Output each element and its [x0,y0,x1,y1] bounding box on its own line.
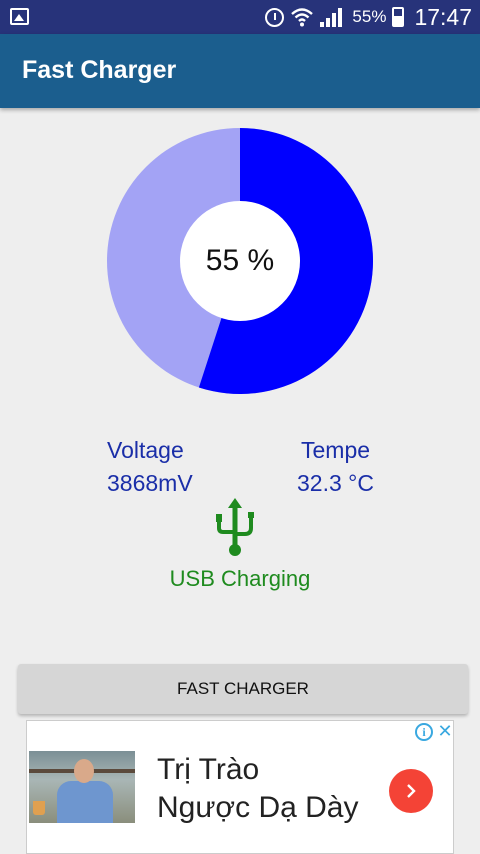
battery-charging-icon [392,7,405,27]
fast-charger-button[interactable]: FAST CHARGER [18,664,468,714]
alarm-icon [265,7,285,27]
info-icon[interactable]: i [415,723,433,741]
ad-banner[interactable]: Trị Trào Ngược Dạ Dày i ✕ [26,720,454,854]
temperature-value: 32.3 °C [297,470,374,496]
battery-level-chart: 55 % [107,128,374,395]
ad-headline[interactable]: Trị Trào Ngược Dạ Dày [157,751,358,827]
usb-icon [216,498,254,556]
battery-level-label: 55 % [205,244,275,277]
chevron-right-icon[interactable] [389,769,433,813]
ad-image[interactable] [29,751,135,823]
image-notification-icon [10,8,29,25]
charging-status: USB Charging [169,566,311,591]
status-bar: 55% 17:47 [0,0,480,34]
app-title: Fast Charger [22,56,177,84]
ad-headline-line-1: Trị Trào [157,753,260,786]
status-icons: 55% 17:47 [265,0,472,34]
signal-icon [320,7,346,27]
app-bar: Fast Charger [0,34,480,108]
wifi-icon [291,8,314,27]
battery-percent: 55% [352,7,387,26]
voltage-value: 3868mV [107,470,193,496]
ad-headline-line-2: Ngược Dạ Dày [157,791,359,824]
voltage-label: Voltage [107,437,184,463]
clock: 17:47 [414,3,472,30]
close-icon[interactable]: ✕ [435,721,453,741]
temperature-label: Tempe [301,437,371,463]
